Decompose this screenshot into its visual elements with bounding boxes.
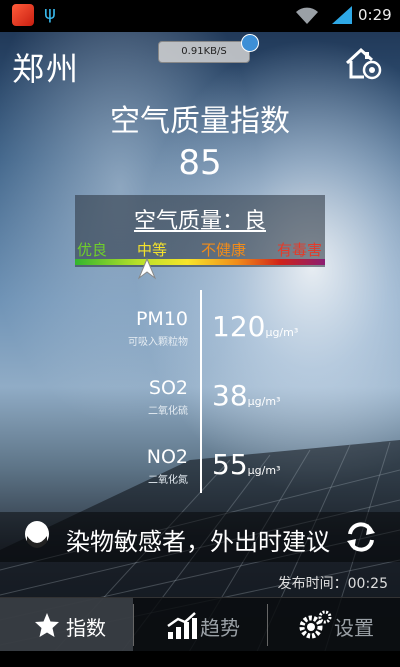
aqi-value: 85 xyxy=(178,143,222,183)
clock: 0:29 xyxy=(358,6,392,24)
usb-icon: ψ xyxy=(44,3,56,24)
star-icon xyxy=(35,613,59,637)
tab-settings[interactable]: 设置 xyxy=(268,598,400,652)
aqi-title: 空气质量指数 xyxy=(110,104,290,139)
tab-trend-label: 趋势 xyxy=(200,616,240,640)
pollutant-name-no2: NO2 xyxy=(146,446,188,468)
home-settings-icon[interactable] xyxy=(344,46,382,80)
pollutant-desc-no2: 二氧化氮 xyxy=(148,475,188,486)
scale-level-hazardous: 有毒害 xyxy=(277,241,323,259)
trend-chart-icon xyxy=(167,612,197,639)
scale-level-unhealthy: 不健康 xyxy=(201,241,247,259)
quality-scale-bar xyxy=(75,259,325,265)
network-speed-badge: 0.91KB/S xyxy=(158,41,250,63)
pollutant-unit-pm10: μg/m³ xyxy=(265,326,299,339)
pollutant-value-pm10: 120μg/m³ xyxy=(212,310,298,343)
tab-index[interactable]: 指数 xyxy=(0,598,133,652)
publish-time: 发布时间：00:25 xyxy=(277,576,388,592)
health-advice-text: 染物敏感者，外出时建议 xyxy=(66,528,330,556)
pollutant-name-so2: SO2 xyxy=(148,377,188,399)
bottom-nav: 指数 趋势 设置 xyxy=(0,597,400,652)
pollutant-unit-no2: μg/m³ xyxy=(247,464,281,477)
pollutant-desc-so2: 二氧化硫 xyxy=(148,406,188,417)
pollutant-unit-so2: μg/m³ xyxy=(247,395,281,408)
scale-level-moderate: 中等 xyxy=(137,241,168,259)
pollutant-value-so2: 38μg/m³ xyxy=(212,379,280,412)
scale-pointer-icon xyxy=(138,258,156,280)
city-name[interactable]: 郑州 xyxy=(12,44,80,90)
scale-level-good: 优良 xyxy=(77,241,108,259)
status-bar: ψ 0:29 xyxy=(0,0,400,32)
pollutant-divider xyxy=(200,290,202,493)
app-screen: ψ 0:29 郑州 0.91KB/S 空气质量指数 85 空气质量：良 优良 中… xyxy=(0,0,400,667)
signal-icon xyxy=(332,6,352,24)
mask-person-icon xyxy=(25,521,49,548)
pollutant-desc-pm10: 可吸入颗粒物 xyxy=(128,337,188,348)
download-badge-icon xyxy=(241,34,259,52)
wifi-icon xyxy=(296,7,318,24)
refresh-icon[interactable] xyxy=(344,520,378,554)
pollutant-number-pm10: 120 xyxy=(212,310,266,343)
pollutant-value-no2: 55μg/m³ xyxy=(212,448,280,481)
tab-index-label: 指数 xyxy=(66,616,106,640)
pollutant-name-pm10: PM10 xyxy=(135,308,188,330)
quality-label: 空气质量：良 xyxy=(133,209,266,234)
tab-settings-label: 设置 xyxy=(334,616,374,640)
pollutant-number-no2: 55 xyxy=(212,448,248,481)
quality-scale-labels: 优良 中等 不健康 有毒害 xyxy=(75,239,325,259)
system-bar xyxy=(0,651,400,667)
pollutant-number-so2: 38 xyxy=(212,379,248,412)
tab-trend[interactable]: 趋势 xyxy=(134,598,267,652)
gear-icon xyxy=(299,610,332,639)
quality-panel: 空气质量：良 优良 中等 不健康 有毒害 xyxy=(75,195,325,267)
app-notification-icon xyxy=(12,4,34,26)
